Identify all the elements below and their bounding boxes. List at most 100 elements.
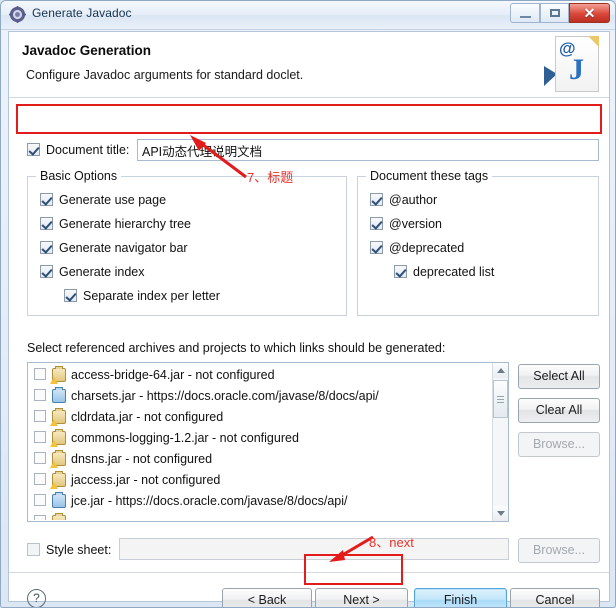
javadoc-window-icon: [9, 6, 26, 23]
minimize-button[interactable]: [510, 3, 540, 23]
document-tags-group: Document these tags @author @version @de…: [357, 169, 599, 316]
generate-hierarchy-tree-label: Generate hierarchy tree: [59, 217, 192, 231]
list-item[interactable]: jaccess.jar - not configured: [28, 470, 508, 491]
jar-warning-icon: [52, 513, 66, 520]
deprecated-list-label: deprecated list: [413, 265, 495, 279]
help-icon[interactable]: ?: [27, 589, 46, 607]
scroll-up-arrow[interactable]: [493, 363, 508, 378]
list-item-checkbox[interactable]: [34, 431, 46, 443]
checkbox-generate-use-page[interactable]: Generate use page: [40, 193, 166, 207]
footer-divider: [9, 572, 609, 573]
jar-warning-icon: [50, 429, 66, 447]
list-item[interactable]: jce.jar - https://docs.oracle.com/javase…: [28, 491, 508, 512]
annotation-label-next: 8、next: [369, 535, 414, 550]
page-corner-fold: [588, 36, 599, 47]
checkbox-tag-version[interactable]: @version: [370, 217, 442, 231]
list-item-checkbox[interactable]: [34, 515, 46, 520]
finish-button[interactable]: Finish: [414, 588, 507, 607]
generate-navigator-bar-checkbox-box[interactable]: [40, 241, 53, 254]
jar-warning-icon: [50, 366, 66, 384]
document-title-checkbox[interactable]: Document title:: [27, 143, 129, 157]
generate-navigator-bar-label: Generate navigator bar: [59, 241, 188, 255]
annotation-label-title: 7、标题: [247, 170, 294, 185]
checkbox-generate-index[interactable]: Generate index: [40, 265, 144, 279]
style-sheet-input[interactable]: [119, 538, 509, 560]
cancel-button[interactable]: Cancel: [510, 588, 600, 607]
generate-use-page-label: Generate use page: [59, 193, 167, 207]
tag-deprecated-checkbox-box[interactable]: [370, 241, 383, 254]
deprecated-list-checkbox-box[interactable]: [394, 265, 407, 278]
list-item-checkbox[interactable]: [34, 473, 46, 485]
document-title-input[interactable]: [137, 139, 599, 161]
list-item[interactable]: charsets.jar - https://docs.oracle.com/j…: [28, 386, 508, 407]
generate-use-page-checkbox-box[interactable]: [40, 193, 53, 206]
list-item[interactable]: dnsns.jar - not configured: [28, 449, 508, 470]
separate-index-per-letter-label: Separate index per letter: [83, 289, 220, 303]
archives-scrollbar[interactable]: [492, 363, 508, 521]
javadoc-banner-icon: @ J: [555, 36, 599, 92]
wizard-header: Javadoc Generation Configure Javadoc arg…: [9, 32, 609, 98]
archives-browse-button[interactable]: Browse...: [518, 432, 600, 457]
generate-hierarchy-tree-checkbox-box[interactable]: [40, 217, 53, 230]
basic-options-group: Basic Options Generate use page Generate…: [27, 169, 347, 316]
scrollbar-thumb[interactable]: [493, 380, 508, 418]
style-sheet-checkbox-box[interactable]: [27, 543, 40, 556]
minimize-icon: [520, 16, 531, 18]
jar-warning-icon: [50, 471, 66, 489]
close-button[interactable]: ✕: [569, 3, 610, 23]
list-item-label: cldrdata.jar - not configured: [71, 410, 224, 424]
title-bar: Generate Javadoc ✕: [1, 1, 615, 30]
back-button[interactable]: < Back: [222, 588, 312, 607]
generate-index-checkbox-box[interactable]: [40, 265, 53, 278]
tag-version-label: @version: [389, 217, 442, 231]
checkbox-tag-author[interactable]: @author: [370, 193, 437, 207]
list-item-label: charsets.jar - https://docs.oracle.com/j…: [71, 389, 379, 403]
jar-warning-icon: [50, 450, 66, 468]
list-item-partial[interactable]: [28, 512, 508, 520]
checkbox-separate-index-per-letter[interactable]: Separate index per letter: [64, 289, 220, 303]
basic-options-legend: Basic Options: [36, 169, 122, 183]
list-item-checkbox[interactable]: [34, 368, 46, 380]
scroll-down-arrow[interactable]: [493, 506, 508, 521]
list-item-checkbox[interactable]: [34, 410, 46, 422]
list-item-checkbox[interactable]: [34, 389, 46, 401]
tag-author-label: @author: [389, 193, 438, 207]
generate-index-label: Generate index: [59, 265, 145, 279]
list-item[interactable]: access-bridge-64.jar - not configured: [28, 363, 508, 386]
window-title: Generate Javadoc: [32, 6, 132, 20]
generate-javadoc-dialog: Generate Javadoc ✕ Javadoc Generation Co…: [0, 0, 616, 608]
list-item-label: jaccess.jar - not configured: [71, 473, 221, 487]
list-item-label: access-bridge-64.jar - not configured: [71, 368, 275, 382]
list-item-checkbox[interactable]: [34, 494, 46, 506]
checkbox-deprecated-list[interactable]: deprecated list: [394, 265, 494, 279]
style-sheet-browse-button[interactable]: Browse...: [518, 538, 600, 563]
checkbox-generate-navigator-bar[interactable]: Generate navigator bar: [40, 241, 188, 255]
page-title: Javadoc Generation: [22, 43, 152, 58]
list-item-checkbox[interactable]: [34, 452, 46, 464]
letter-j-icon: J: [569, 53, 584, 86]
separate-index-per-letter-checkbox-box[interactable]: [64, 289, 77, 302]
style-sheet-checkbox[interactable]: Style sheet:: [27, 543, 111, 557]
list-item[interactable]: cldrdata.jar - not configured: [28, 407, 508, 428]
tag-author-checkbox-box[interactable]: [370, 193, 383, 206]
style-sheet-label: Style sheet:: [46, 543, 112, 557]
document-title-checkbox-box[interactable]: [27, 143, 40, 156]
page-subtitle: Configure Javadoc arguments for standard…: [26, 68, 304, 82]
jar-configured-icon: [52, 387, 66, 403]
list-item-label: jce.jar - https://docs.oracle.com/javase…: [71, 494, 348, 508]
checkbox-generate-hierarchy-tree[interactable]: Generate hierarchy tree: [40, 217, 191, 231]
maximize-icon: [550, 9, 560, 17]
clear-all-button[interactable]: Clear All: [518, 398, 600, 423]
close-icon: ✕: [583, 5, 596, 21]
maximize-button[interactable]: [540, 3, 569, 23]
document-tags-legend: Document these tags: [366, 169, 493, 183]
document-title-label: Document title:: [46, 143, 130, 157]
jar-warning-icon: [50, 408, 66, 426]
archives-listbox[interactable]: access-bridge-64.jar - not configured ch…: [27, 362, 509, 522]
next-button[interactable]: Next >: [315, 588, 408, 607]
dialog-body: Javadoc Generation Configure Javadoc arg…: [8, 31, 610, 607]
list-item[interactable]: commons-logging-1.2.jar - not configured: [28, 428, 508, 449]
checkbox-tag-deprecated[interactable]: @deprecated: [370, 241, 464, 255]
tag-version-checkbox-box[interactable]: [370, 217, 383, 230]
select-all-button[interactable]: Select All: [518, 364, 600, 389]
